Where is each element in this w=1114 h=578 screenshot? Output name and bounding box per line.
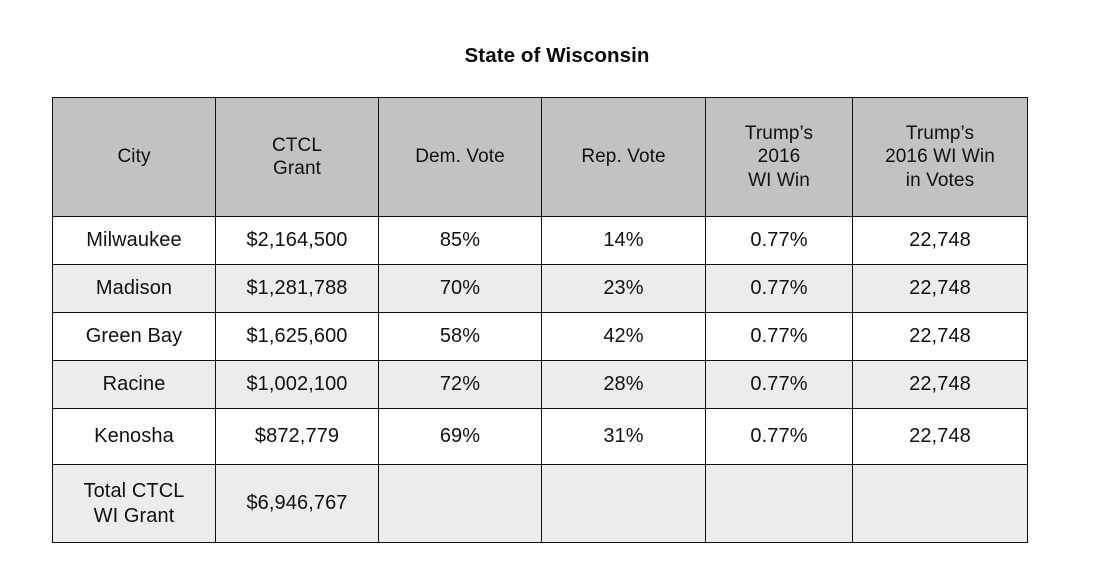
- cell-trump-2016-wi-win-in-votes: 22,748: [852, 408, 1028, 465]
- cell-rep-vote: 31%: [541, 408, 706, 465]
- column-header-city: City: [52, 97, 216, 217]
- column-header-trump-2016-wi-win: Trump’s 2016 WI Win: [705, 97, 853, 217]
- column-header-dem-vote: Dem. Vote: [378, 97, 542, 217]
- table-row: Racine $1,002,100 72% 28% 0.77% 22,748: [52, 360, 1028, 409]
- cell-city: Racine: [52, 360, 216, 409]
- cell-ctcl-grant: $1,281,788: [215, 264, 379, 313]
- column-header-trump-2016-wi-win-in-votes-line-2: 2016 WI Win: [885, 146, 995, 168]
- cell-rep-vote: 28%: [541, 360, 706, 409]
- column-header-trump-2016-wi-win-line-2: 2016: [757, 146, 801, 168]
- column-header-trump-2016-wi-win-in-votes: Trump’s 2016 WI Win in Votes: [852, 97, 1028, 217]
- cell-total-label-line-1: Total CTCL: [83, 479, 185, 502]
- column-header-ctcl-grant-line-1: CTCL: [271, 134, 322, 156]
- column-header-trump-2016-wi-win-line-3: WI Win: [748, 169, 810, 191]
- cell-city: Milwaukee: [52, 216, 216, 265]
- cell-trump-2016-wi-win: 0.77%: [705, 360, 853, 409]
- table-row: Milwaukee $2,164,500 85% 14% 0.77% 22,74…: [52, 216, 1028, 265]
- table-body: Milwaukee $2,164,500 85% 14% 0.77% 22,74…: [52, 216, 1028, 543]
- column-header-trump-2016-wi-win-in-votes-line-3: in Votes: [905, 169, 975, 191]
- cell-total-trump-2016-wi-win-in-votes: [852, 464, 1028, 543]
- cell-city: Madison: [52, 264, 216, 313]
- cell-ctcl-grant: $872,779: [215, 408, 379, 465]
- column-header-ctcl-grant: CTCL Grant: [215, 97, 379, 217]
- cell-city: Green Bay: [52, 312, 216, 361]
- column-header-rep-vote: Rep. Vote: [541, 97, 706, 217]
- cell-trump-2016-wi-win-in-votes: 22,748: [852, 312, 1028, 361]
- cell-trump-2016-wi-win: 0.77%: [705, 312, 853, 361]
- cell-dem-vote: 70%: [378, 264, 542, 313]
- cell-rep-vote: 23%: [541, 264, 706, 313]
- cell-ctcl-grant: $1,625,600: [215, 312, 379, 361]
- column-header-dem-vote-line-1: Dem. Vote: [415, 146, 505, 168]
- cell-trump-2016-wi-win-in-votes: 22,748: [852, 264, 1028, 313]
- cell-rep-vote: 42%: [541, 312, 706, 361]
- cell-rep-vote: 14%: [541, 216, 706, 265]
- cell-trump-2016-wi-win: 0.77%: [705, 264, 853, 313]
- cell-dem-vote: 69%: [378, 408, 542, 465]
- table-header-row: City CTCL Grant Dem. Vote Rep. Vote Trum…: [52, 97, 1028, 217]
- table-row: Green Bay $1,625,600 58% 42% 0.77% 22,74…: [52, 312, 1028, 361]
- cell-total-dem-vote: [378, 464, 542, 543]
- cell-total-label-line-2: WI Grant: [93, 504, 175, 527]
- cell-city: Kenosha: [52, 408, 216, 465]
- cell-dem-vote: 85%: [378, 216, 542, 265]
- cell-ctcl-grant: $2,164,500: [215, 216, 379, 265]
- cell-total-label: Total CTCL WI Grant: [52, 464, 216, 543]
- column-header-ctcl-grant-line-2: Grant: [272, 158, 322, 179]
- column-header-city-line-1: City: [117, 146, 151, 168]
- ctcl-grant-table: City CTCL Grant Dem. Vote Rep. Vote Trum…: [52, 97, 1028, 543]
- cell-total-rep-vote: [541, 464, 706, 543]
- table-total-row: Total CTCL WI Grant $6,946,767: [52, 464, 1028, 543]
- cell-ctcl-grant: $1,002,100: [215, 360, 379, 409]
- cell-trump-2016-wi-win: 0.77%: [705, 216, 853, 265]
- cell-dem-vote: 58%: [378, 312, 542, 361]
- cell-total-trump-2016-wi-win: [705, 464, 853, 543]
- cell-trump-2016-wi-win-in-votes: 22,748: [852, 360, 1028, 409]
- cell-dem-vote: 72%: [378, 360, 542, 409]
- column-header-rep-vote-line-1: Rep. Vote: [581, 146, 666, 168]
- column-header-trump-2016-wi-win-in-votes-line-1: Trump’s: [905, 123, 975, 145]
- cell-trump-2016-wi-win: 0.77%: [705, 408, 853, 465]
- table-row: Madison $1,281,788 70% 23% 0.77% 22,748: [52, 264, 1028, 313]
- page-title: State of Wisconsin: [464, 44, 650, 67]
- cell-total-ctcl-grant: $6,946,767: [215, 464, 379, 543]
- table-header: City CTCL Grant Dem. Vote Rep. Vote Trum…: [52, 97, 1028, 217]
- cell-trump-2016-wi-win-in-votes: 22,748: [852, 216, 1028, 265]
- column-header-trump-2016-wi-win-line-1: Trump’s: [744, 123, 814, 145]
- table-row: Kenosha $872,779 69% 31% 0.77% 22,748: [52, 408, 1028, 465]
